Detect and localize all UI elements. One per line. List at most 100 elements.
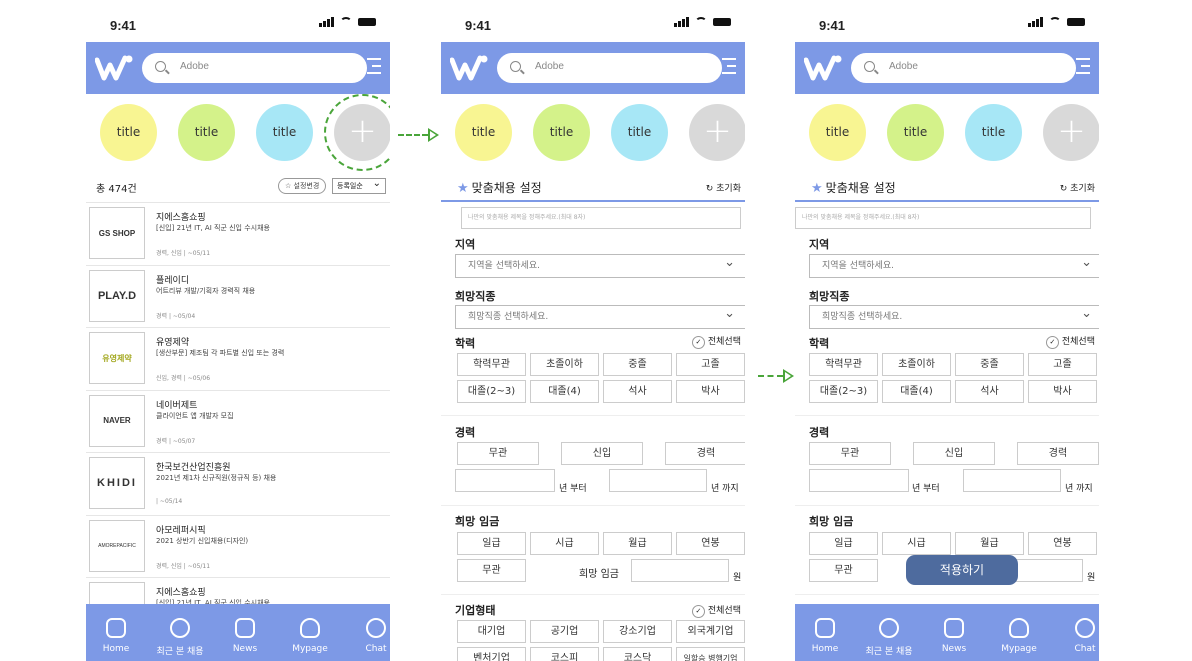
job-type-select[interactable]: 희망직종 선택하세요. <box>809 303 1099 329</box>
search-input[interactable]: Adobe <box>535 61 564 72</box>
salary-option[interactable]: 일급 <box>457 532 526 555</box>
salary-option[interactable]: 시급 <box>882 532 951 555</box>
category-chip[interactable]: title <box>100 104 157 161</box>
salary-option[interactable]: 월급 <box>955 532 1024 555</box>
add-category-button[interactable]: + <box>1043 104 1099 161</box>
tab-news[interactable]: News <box>215 604 275 661</box>
company-option[interactable]: 대기업 <box>457 620 526 643</box>
company-option[interactable]: 공기업 <box>530 620 599 643</box>
reset-button[interactable]: ↻ 초기화 <box>1060 181 1095 194</box>
career-option[interactable]: 무관 <box>457 442 539 465</box>
edu-option[interactable]: 대졸(4) <box>882 380 951 403</box>
filter-name-input[interactable]: 나만의 맞춤채용 제목을 정해주세요.(최대 8자) <box>461 207 741 229</box>
list-item[interactable]: NAVER 네이버제트 클라이언트 앱 개발자 모집 경력 | ~05/07 <box>86 389 390 453</box>
category-chip[interactable]: title <box>455 104 512 161</box>
career-to-input[interactable] <box>963 469 1061 492</box>
apply-button[interactable]: 적용하기 <box>906 555 1018 585</box>
tab-chat[interactable]: Chat <box>346 604 390 661</box>
region-select[interactable]: 지역을 선택하세요. <box>809 252 1099 278</box>
list-item[interactable]: AMOREPACIFIC 아모레퍼시픽 2021 상반기 신입채용(디자인) 경… <box>86 514 390 578</box>
category-chip[interactable]: title <box>178 104 235 161</box>
edu-select-all[interactable]: 전체선택 <box>692 334 741 349</box>
filter-name-input[interactable]: 나만의 맞춤채용 제목을 정해주세요.(최대 8자) <box>795 207 1091 229</box>
sort-select[interactable]: 등록일순 <box>332 177 386 194</box>
search-input[interactable]: Adobe <box>889 61 918 72</box>
search-bar[interactable]: Adobe <box>851 53 1076 83</box>
edu-option[interactable]: 대졸(2~3) <box>809 380 878 403</box>
company-option[interactable]: 코스피 <box>530 647 599 661</box>
salary-option[interactable]: 월급 <box>603 532 672 555</box>
salary-option[interactable]: 연봉 <box>1028 532 1097 555</box>
company-select-all[interactable]: 전체선택 <box>692 603 741 618</box>
hamburger-menu-icon[interactable] <box>722 58 736 79</box>
add-category-button[interactable]: + <box>334 104 390 161</box>
add-category-button[interactable]: + <box>689 104 745 161</box>
salary-none-option[interactable]: 무관 <box>809 559 878 582</box>
category-chip[interactable]: title <box>611 104 668 161</box>
tab-home[interactable]: Home <box>86 604 146 661</box>
salary-none-option[interactable]: 무관 <box>457 559 526 582</box>
salary-option[interactable]: 시급 <box>530 532 599 555</box>
career-option[interactable]: 경력 <box>665 442 745 465</box>
category-chip[interactable]: title <box>809 104 866 161</box>
list-item[interactable]: 유영제약 유영제약 [생산부문] 제조팀 각 파트별 신입 또는 경력 신입, … <box>86 327 390 390</box>
edu-option[interactable]: 석사 <box>603 380 672 403</box>
list-item[interactable]: PLAY.D 플레이디 어트리뷰 개발/기획자 경력직 채용 경력 | ~05/… <box>86 264 390 328</box>
edu-option[interactable]: 대졸(2~3) <box>457 380 526 403</box>
company-option[interactable]: 일할승 병행기업 <box>676 647 745 661</box>
job-type-select[interactable]: 희망직종 선택하세요. <box>455 303 745 329</box>
edu-option[interactable]: 초졸이하 <box>882 353 951 376</box>
career-from-input[interactable] <box>809 469 909 492</box>
career-option[interactable]: 경력 <box>1017 442 1099 465</box>
logo-icon[interactable] <box>450 52 492 84</box>
salary-option[interactable]: 연봉 <box>676 532 745 555</box>
edu-option[interactable]: 중졸 <box>955 353 1024 376</box>
edu-option[interactable]: 초졸이하 <box>530 353 599 376</box>
tab-recent[interactable]: 최근 본 채용 <box>859 604 919 661</box>
reset-button[interactable]: ↻ 초기화 <box>706 181 741 194</box>
region-select[interactable]: 지역을 선택하세요. <box>455 252 745 278</box>
company-option[interactable]: 외국계기업 <box>676 620 745 643</box>
category-chip[interactable]: title <box>533 104 590 161</box>
tab-label: 최근 본 채용 <box>156 647 204 657</box>
category-chip[interactable]: title <box>887 104 944 161</box>
edu-option[interactable]: 학력무관 <box>457 353 526 376</box>
category-chip[interactable]: title <box>256 104 313 161</box>
company-option[interactable]: 벤처기업 <box>457 647 526 661</box>
search-bar[interactable]: Adobe <box>142 53 367 83</box>
edu-option[interactable]: 고졸 <box>1028 353 1097 376</box>
list-item[interactable]: KHIDI 한국보건산업진흥원 2021년 제1차 신규직원(정규직 등) 채용… <box>86 452 390 515</box>
career-option[interactable]: 무관 <box>809 442 891 465</box>
edu-option[interactable]: 학력무관 <box>809 353 878 376</box>
hamburger-menu-icon[interactable] <box>1076 58 1090 79</box>
tab-mypage[interactable]: Mypage <box>280 604 340 661</box>
logo-icon[interactable] <box>95 52 137 84</box>
edu-option[interactable]: 고졸 <box>676 353 745 376</box>
edu-option[interactable]: 박사 <box>1028 380 1097 403</box>
logo-icon[interactable] <box>804 52 846 84</box>
edu-option[interactable]: 석사 <box>955 380 1024 403</box>
search-bar[interactable]: Adobe <box>497 53 722 83</box>
career-from-input[interactable] <box>455 469 555 492</box>
list-item[interactable]: GS SHOP 지에스홈쇼핑 [신입] 21년 IT, AI 직군 신입 수시채… <box>86 202 390 265</box>
career-option[interactable]: 신입 <box>561 442 643 465</box>
tab-mypage[interactable]: Mypage <box>989 604 1049 661</box>
tab-home[interactable]: Home <box>795 604 855 661</box>
hamburger-menu-icon[interactable] <box>367 58 381 79</box>
company-option[interactable]: 코스닥 <box>603 647 672 661</box>
career-to-input[interactable] <box>609 469 707 492</box>
setting-change-button[interactable]: ☆ 설정변경 <box>278 178 327 194</box>
tab-recent[interactable]: 최근 본 채용 <box>150 604 210 661</box>
company-option[interactable]: 강소기업 <box>603 620 672 643</box>
category-chip[interactable]: title <box>965 104 1022 161</box>
edu-option[interactable]: 박사 <box>676 380 745 403</box>
salary-input[interactable] <box>631 559 729 582</box>
career-option[interactable]: 신입 <box>913 442 995 465</box>
tab-news[interactable]: News <box>924 604 984 661</box>
salary-option[interactable]: 일급 <box>809 532 878 555</box>
tab-chat[interactable]: Chat <box>1055 604 1099 661</box>
edu-option[interactable]: 대졸(4) <box>530 380 599 403</box>
edu-option[interactable]: 중졸 <box>603 353 672 376</box>
edu-select-all[interactable]: 전체선택 <box>1046 334 1095 349</box>
search-input[interactable]: Adobe <box>180 61 209 72</box>
